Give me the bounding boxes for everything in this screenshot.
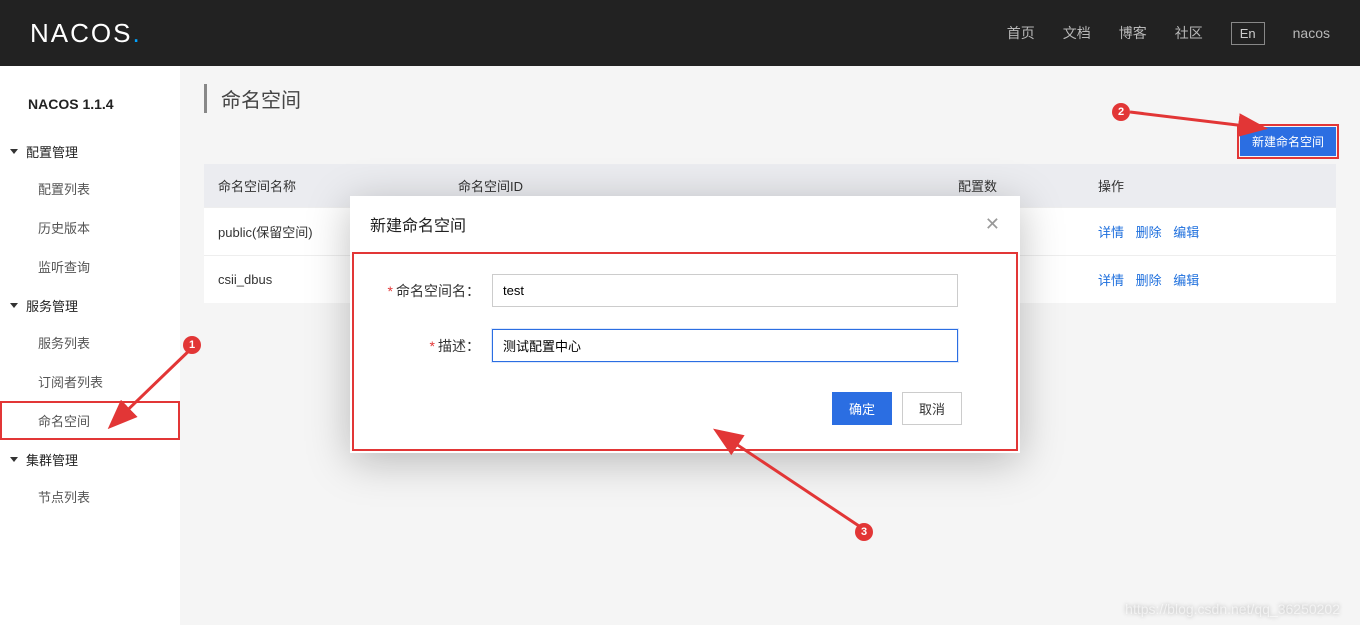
sidebar: NACOS 1.1.4 配置管理 配置列表 历史版本 监听查询 服务管理 服务列… (0, 66, 180, 625)
menu-history[interactable]: 历史版本 (0, 208, 180, 247)
link-delete[interactable]: 删除 (1136, 273, 1162, 288)
nav-blog[interactable]: 博客 (1119, 23, 1147, 43)
menu-config-list[interactable]: 配置列表 (0, 169, 180, 208)
nav-user[interactable]: nacos (1293, 25, 1330, 41)
caret-down-icon (10, 149, 18, 154)
menu-namespace[interactable]: 命名空间 (0, 401, 180, 440)
link-detail[interactable]: 详情 (1098, 225, 1124, 240)
input-namespace-name[interactable] (492, 274, 958, 307)
ok-button[interactable]: 确定 (832, 392, 892, 425)
logo-dot: . (132, 18, 141, 48)
logo: NACOS. (30, 18, 142, 49)
menu-group-cluster[interactable]: 集群管理 (0, 440, 180, 477)
close-icon[interactable]: ✕ (985, 214, 1000, 235)
label-namespace-name: *命名空间名： (372, 281, 492, 301)
top-header: NACOS. 首页 文档 博客 社区 En nacos (0, 0, 1360, 66)
watermark: https://blog.csdn.net/qq_36250202 (1125, 601, 1340, 617)
link-delete[interactable]: 删除 (1136, 225, 1162, 240)
nav-docs[interactable]: 文档 (1063, 23, 1091, 43)
label-description: *描述： (372, 336, 492, 356)
page-title: 命名空间 (204, 84, 301, 113)
cancel-button[interactable]: 取消 (902, 392, 962, 425)
new-namespace-button[interactable]: 新建命名空间 (1240, 127, 1336, 156)
modal-title: 新建命名空间 (370, 212, 466, 236)
menu-group-service[interactable]: 服务管理 (0, 286, 180, 323)
link-edit[interactable]: 编辑 (1173, 273, 1199, 288)
caret-down-icon (10, 457, 18, 462)
new-namespace-modal: 新建命名空间 ✕ *命名空间名： *描述： 确定 取消 (350, 196, 1020, 453)
menu-node-list[interactable]: 节点列表 (0, 477, 180, 516)
link-edit[interactable]: 编辑 (1173, 225, 1199, 240)
th-ops: 操作 (1084, 164, 1336, 208)
menu-listen-query[interactable]: 监听查询 (0, 247, 180, 286)
logo-text: NACOS (30, 18, 132, 48)
lang-switcher[interactable]: En (1231, 22, 1265, 45)
nav-home[interactable]: 首页 (1007, 23, 1035, 43)
nav-community[interactable]: 社区 (1175, 23, 1203, 43)
link-detail[interactable]: 详情 (1098, 273, 1124, 288)
top-nav: 首页 文档 博客 社区 En nacos (1007, 22, 1330, 45)
input-description[interactable] (492, 329, 958, 362)
menu-group-config[interactable]: 配置管理 (0, 132, 180, 169)
menu-service-list[interactable]: 服务列表 (0, 323, 180, 362)
caret-down-icon (10, 303, 18, 308)
sidebar-version: NACOS 1.1.4 (0, 86, 180, 132)
menu-subscriber-list[interactable]: 订阅者列表 (0, 362, 180, 401)
